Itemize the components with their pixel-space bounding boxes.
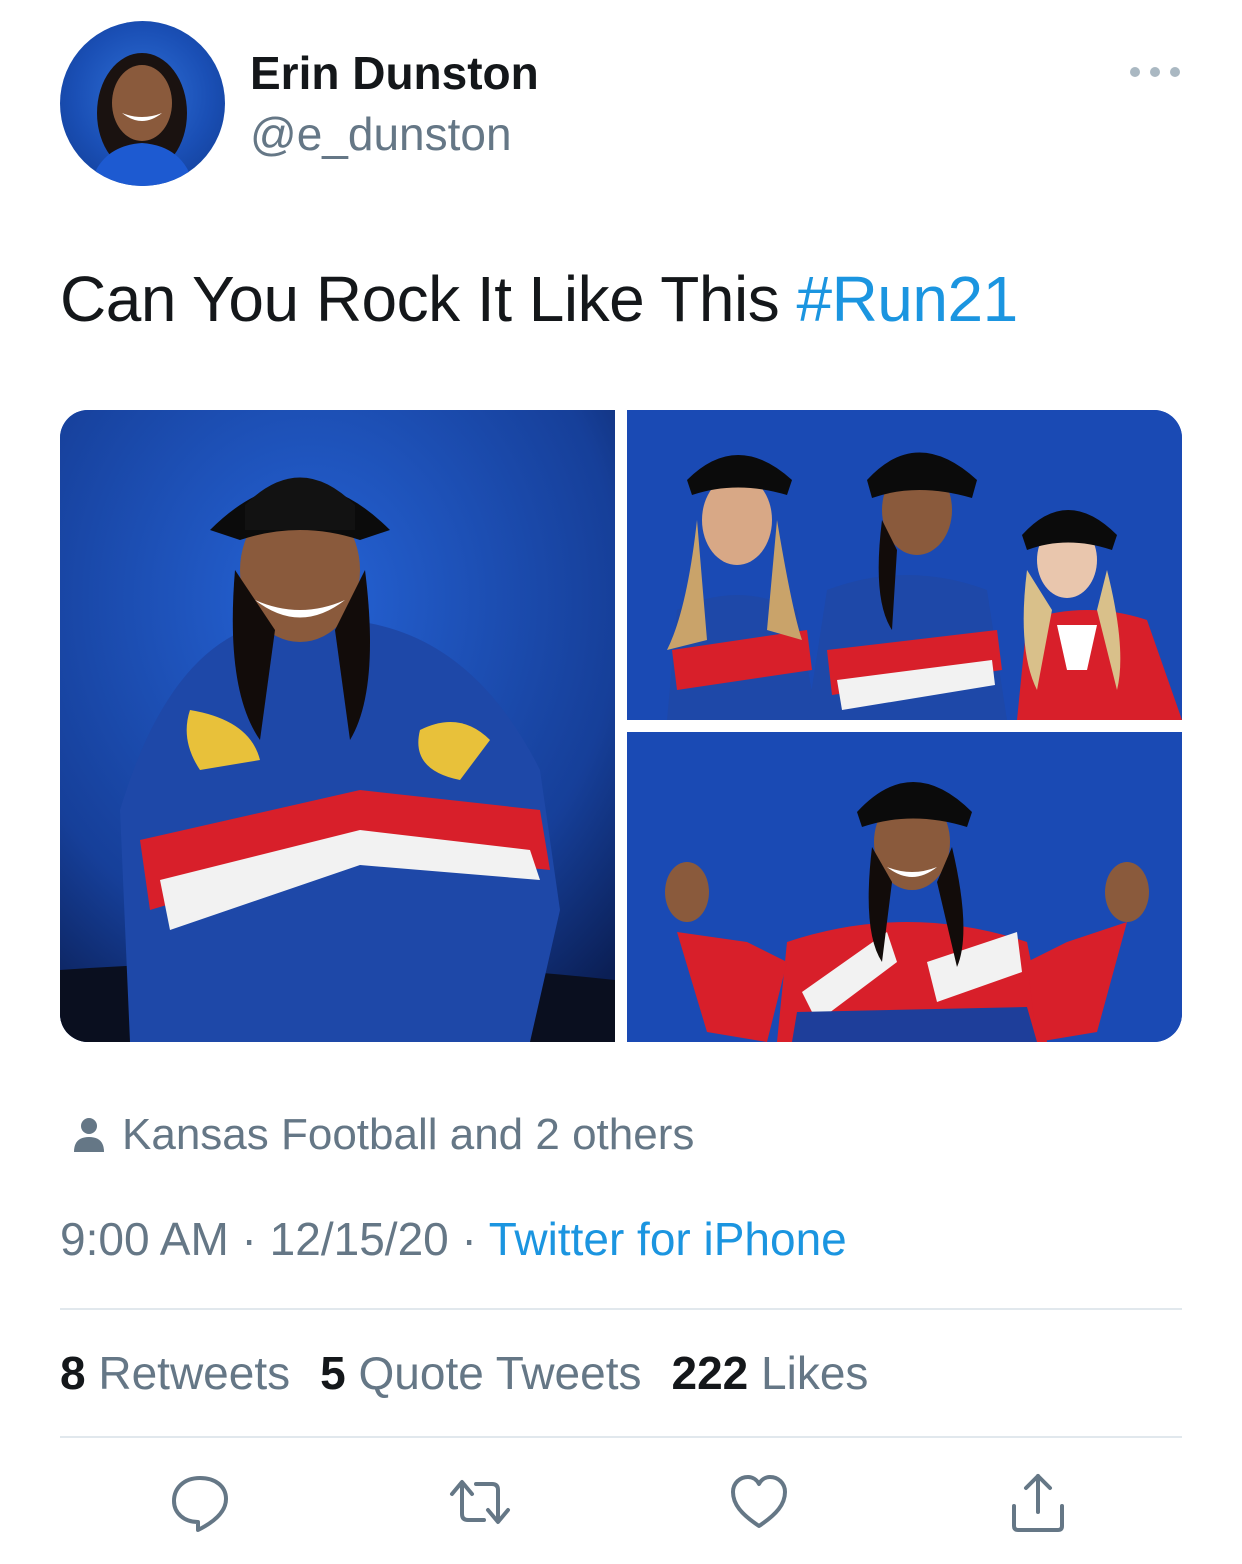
quote-tweets-count: 5 xyxy=(320,1347,346,1399)
share-icon xyxy=(1012,1474,1064,1532)
hashtag-link[interactable]: #Run21 xyxy=(796,263,1018,335)
tweet-source-link[interactable]: Twitter for iPhone xyxy=(489,1213,847,1265)
heart-icon xyxy=(731,1475,787,1528)
more-dot xyxy=(1130,67,1140,77)
likes-stat[interactable]: 222 Likes xyxy=(671,1346,868,1400)
retweets-count: 8 xyxy=(60,1347,86,1399)
user-handle[interactable]: @e_dunston xyxy=(250,107,512,161)
avatar-image xyxy=(90,53,194,186)
tweet-body: Can You Rock It Like This xyxy=(60,263,797,335)
meta-separator: · xyxy=(228,1213,270,1265)
photo-image xyxy=(627,410,1182,720)
tweet-meta: 9:00 AM · 12/15/20 · Twitter for iPhone xyxy=(60,1212,847,1266)
person-icon xyxy=(74,1118,104,1152)
quote-tweets-label: Quote Tweets xyxy=(345,1347,642,1399)
likes-label: Likes xyxy=(748,1347,869,1399)
media-photo-3[interactable] xyxy=(627,732,1182,1042)
tweet-time: 9:00 AM xyxy=(60,1213,229,1265)
retweet-icon xyxy=(450,1480,510,1524)
avatar[interactable] xyxy=(60,21,225,186)
tweet-date: 12/15/20 xyxy=(269,1213,449,1265)
display-name[interactable]: Erin Dunston xyxy=(250,46,539,100)
quote-tweets-stat[interactable]: 5 Quote Tweets xyxy=(320,1346,641,1400)
media-photo-1[interactable] xyxy=(60,410,615,1042)
retweet-button[interactable] xyxy=(448,1470,512,1534)
more-icon[interactable] xyxy=(1130,60,1180,84)
retweets-label: Retweets xyxy=(85,1347,291,1399)
tweet-stats: 8 Retweets 5 Quote Tweets 222 Likes xyxy=(60,1346,898,1400)
likes-count: 222 xyxy=(671,1347,749,1399)
media-photo-2[interactable] xyxy=(627,410,1182,720)
more-dot xyxy=(1150,67,1160,77)
reply-button[interactable] xyxy=(168,1470,232,1534)
media-grid xyxy=(60,410,1182,1042)
divider xyxy=(60,1308,1182,1310)
like-button[interactable] xyxy=(727,1470,791,1534)
tagged-users-label: Kansas Football and 2 others xyxy=(122,1110,695,1159)
meta-separator: · xyxy=(448,1213,489,1265)
reply-icon xyxy=(172,1476,228,1532)
divider xyxy=(60,1436,1182,1438)
tweet-text: Can You Rock It Like This #Run21 xyxy=(60,262,1018,336)
photo-image xyxy=(60,410,615,1042)
share-button[interactable] xyxy=(1006,1470,1070,1534)
photo-image xyxy=(627,732,1182,1042)
more-dot xyxy=(1170,67,1180,77)
retweets-stat[interactable]: 8 Retweets xyxy=(60,1346,290,1400)
tagged-users[interactable]: Kansas Football and 2 others xyxy=(72,1110,694,1160)
